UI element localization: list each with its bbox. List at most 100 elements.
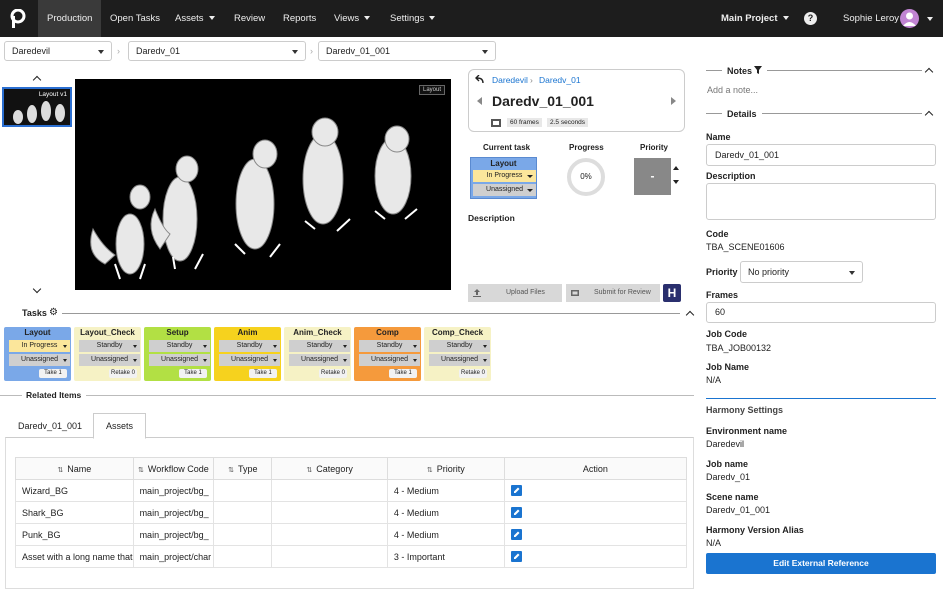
notes-heading: Notes xyxy=(727,66,753,76)
column-header-category[interactable]: ⇅ Category xyxy=(271,457,388,480)
edit-icon[interactable] xyxy=(510,529,522,541)
related-items-heading: Related Items xyxy=(26,390,82,400)
name-field[interactable]: Daredv_01_001 xyxy=(706,144,936,166)
current-task-status[interactable]: In Progress xyxy=(473,170,536,182)
edit-external-reference-button[interactable]: Edit External Reference xyxy=(706,553,936,574)
filter-icon[interactable] xyxy=(754,66,762,74)
task-card[interactable]: Setup Standby Unassigned Take 1 xyxy=(144,327,211,381)
task-card[interactable]: Comp_Check Standby Unassigned Retake 0 xyxy=(424,327,491,381)
name-label: Name xyxy=(706,132,731,142)
table-row[interactable]: Asset with a long name that main_project/… xyxy=(15,545,688,568)
column-header-priority[interactable]: ⇅ Priority xyxy=(386,457,505,480)
project-select[interactable]: Daredevil xyxy=(4,41,112,61)
task-assignee-select[interactable]: Unassigned xyxy=(9,354,70,366)
gear-icon[interactable]: ⚙ xyxy=(49,307,58,318)
edit-icon[interactable] xyxy=(510,485,522,497)
task-assignee-select[interactable]: Unassigned xyxy=(429,354,490,366)
chevron-up-icon[interactable] xyxy=(32,75,42,85)
nav-assets[interactable]: Assets xyxy=(175,0,215,37)
edit-icon[interactable] xyxy=(510,507,522,519)
shot-crumb-sequence[interactable]: Daredv_01 xyxy=(539,75,581,85)
harmony-icon[interactable]: H xyxy=(663,284,681,302)
sequence-select[interactable]: Daredv_01 xyxy=(128,41,306,61)
column-header-workflow[interactable]: ⇅ Workflow Code xyxy=(132,457,215,480)
task-status-select[interactable]: Standby xyxy=(359,340,420,352)
task-status-select[interactable]: In Progress xyxy=(9,340,70,352)
task-assignee-select[interactable]: Unassigned xyxy=(79,354,140,366)
cell-action xyxy=(503,523,688,546)
user-name[interactable]: Sophie Leroy xyxy=(843,0,899,37)
chevron-up-icon[interactable] xyxy=(685,310,695,320)
chevron-down-icon[interactable] xyxy=(32,284,42,294)
chevron-down-icon[interactable] xyxy=(927,17,933,21)
table-row[interactable]: Shark_BG main_project/bg_ 4 - Medium xyxy=(15,501,688,524)
column-header-type[interactable]: ⇅ Type xyxy=(213,457,273,480)
task-card[interactable]: Layout_Check Standby Unassigned Retake 0 xyxy=(74,327,141,381)
nav-views[interactable]: Views xyxy=(334,0,371,37)
task-card[interactable]: Anim Standby Unassigned Take 1 xyxy=(214,327,281,381)
current-task-assignee[interactable]: Unassigned xyxy=(473,184,536,196)
priority-select[interactable]: No priority xyxy=(740,261,863,283)
add-note-input[interactable]: Add a note... xyxy=(707,85,758,95)
project-selector[interactable]: Main Project xyxy=(721,0,789,37)
upload-files-button[interactable]: Upload Files xyxy=(468,284,562,302)
nav-review[interactable]: Review xyxy=(234,0,265,37)
cell-action xyxy=(503,501,688,524)
task-status-select[interactable]: Standby xyxy=(429,340,490,352)
task-status-select[interactable]: Standby xyxy=(289,340,350,352)
cell-workflow: main_project/char xyxy=(132,545,215,568)
nav-reports[interactable]: Reports xyxy=(283,0,316,37)
submit-review-button[interactable]: Submit for Review xyxy=(566,284,660,302)
chevron-up-icon[interactable] xyxy=(924,110,934,120)
task-status-select[interactable]: Standby xyxy=(219,340,280,352)
film-icon xyxy=(491,119,501,127)
priority-down-icon[interactable] xyxy=(673,180,679,184)
tab-shot[interactable]: Daredv_01_001 xyxy=(8,414,92,438)
current-task-label: Current task xyxy=(483,143,531,152)
priority-up-icon[interactable] xyxy=(673,166,679,170)
previous-shot-icon[interactable] xyxy=(477,97,482,105)
task-card[interactable]: Anim_Check Standby Unassigned Retake 0 xyxy=(284,327,351,381)
nav-settings[interactable]: Settings xyxy=(390,0,436,37)
take-badge: Retake 0 xyxy=(109,369,137,378)
help-icon[interactable]: ? xyxy=(804,12,817,25)
shot-select[interactable]: Daredv_01_001 xyxy=(318,41,496,61)
table-row[interactable]: Wizard_BG main_project/bg_ 4 - Medium xyxy=(15,479,688,502)
media-viewer[interactable] xyxy=(75,79,451,290)
version-thumbnail[interactable]: Layout v1 xyxy=(2,87,72,127)
task-card[interactable]: Layout In Progress Unassigned Take 1 xyxy=(4,327,71,381)
next-shot-icon[interactable] xyxy=(671,97,676,105)
code-label: Code xyxy=(706,229,729,239)
back-arrow-icon[interactable] xyxy=(474,75,484,84)
priority-box[interactable]: - xyxy=(634,158,671,195)
details-heading: Details xyxy=(727,109,757,119)
task-card[interactable]: Comp Standby Unassigned Take 1 xyxy=(354,327,421,381)
frames-field[interactable]: 60 xyxy=(706,302,936,323)
duration-badge: 2.5 seconds xyxy=(547,118,589,127)
description-field[interactable] xyxy=(706,183,936,220)
task-assignee-select[interactable]: Unassigned xyxy=(149,354,210,366)
edit-icon[interactable] xyxy=(510,551,522,563)
take-badge: Take 1 xyxy=(179,369,207,378)
column-header-name[interactable]: ⇅ Name xyxy=(15,457,134,480)
task-assignee-select[interactable]: Unassigned xyxy=(359,354,420,366)
chevron-up-icon[interactable] xyxy=(924,67,934,77)
nav-production[interactable]: Production xyxy=(38,0,102,37)
sort-icon: ⇅ xyxy=(306,466,313,474)
task-assignee-select[interactable]: Unassigned xyxy=(219,354,280,366)
app-logo-icon[interactable] xyxy=(10,9,26,29)
shot-title: Daredv_01_001 xyxy=(492,93,594,109)
current-task-card[interactable]: Layout In Progress Unassigned xyxy=(470,157,537,199)
nav-open-tasks[interactable]: Open Tasks xyxy=(110,0,160,37)
task-status-select[interactable]: Standby xyxy=(79,340,140,352)
breadcrumb-separator: › xyxy=(310,46,313,56)
avatar[interactable] xyxy=(900,9,919,28)
task-assignee-select[interactable]: Unassigned xyxy=(289,354,350,366)
shot-crumb-project[interactable]: Daredevil xyxy=(492,75,528,85)
tab-assets[interactable]: Assets xyxy=(93,413,146,439)
cell-name: Punk_BG xyxy=(15,523,134,546)
table-row[interactable]: Punk_BG main_project/bg_ 4 - Medium xyxy=(15,523,688,546)
task-status-select[interactable]: Standby xyxy=(149,340,210,352)
take-badge: Take 1 xyxy=(389,369,417,378)
user-icon xyxy=(903,12,916,26)
